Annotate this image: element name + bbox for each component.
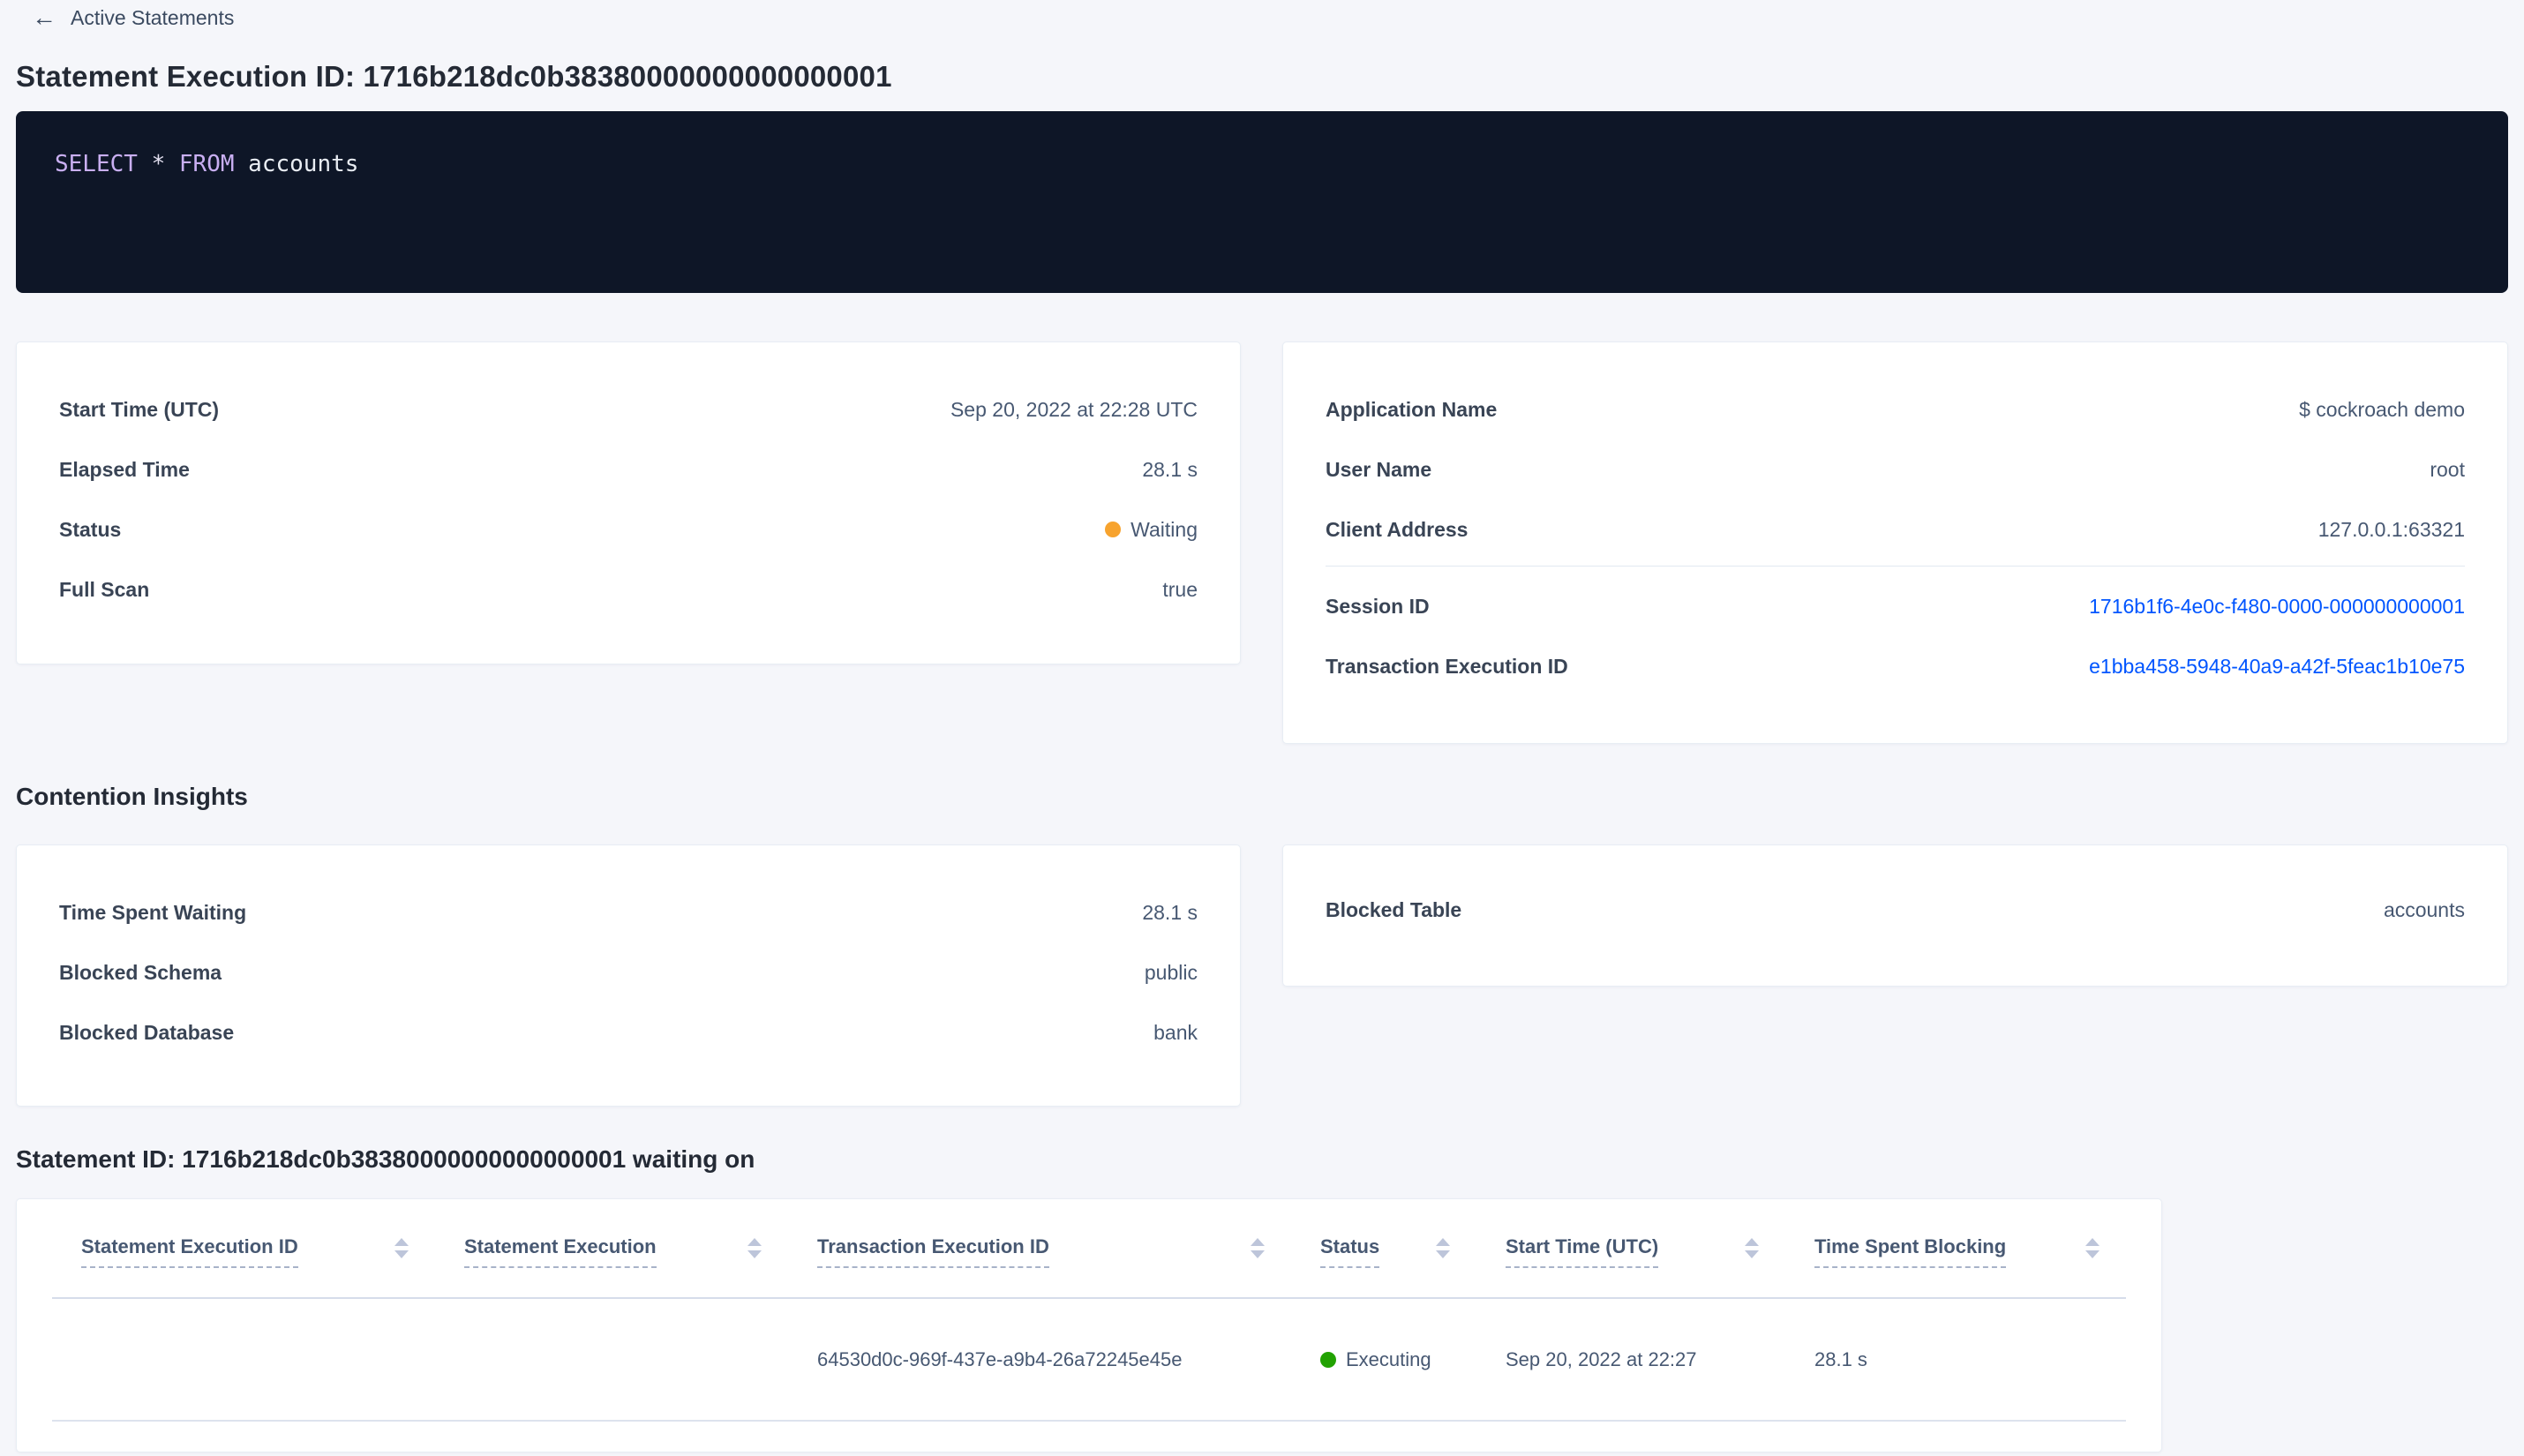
page-title: Statement Execution ID: 1716b218dc0b3838… (16, 60, 892, 93)
status-row: Status Waiting (59, 499, 1198, 559)
table-row: 64530d0c-969f-437e-a9b4-26a72245e45e Exe… (52, 1299, 2126, 1422)
session-id-label: Session ID (1326, 594, 1430, 618)
overview-section: Start Time (UTC) Sep 20, 2022 at 22:28 U… (16, 341, 2508, 744)
contention-insights-heading: Contention Insights (16, 783, 248, 810)
cell-start-time: Sep 20, 2022 at 22:27 (1506, 1347, 1697, 1370)
client-address-value: 127.0.0.1:63321 (2317, 517, 2465, 541)
blocked-schema-value: public (1144, 960, 1198, 984)
card-divider (1326, 566, 2465, 567)
session-id-row: Session ID 1716b1f6-4e0c-f480-0000-00000… (1326, 576, 2465, 636)
time-spent-waiting-label: Time Spent Waiting (59, 900, 247, 924)
waiting-on-table-card: Statement Execution ID Statement Executi… (16, 1198, 2162, 1452)
client-address-row: Client Address 127.0.0.1:63321 (1326, 499, 2465, 559)
start-time-row: Start Time (UTC) Sep 20, 2022 at 22:28 U… (59, 379, 1198, 439)
sort-icon[interactable] (747, 1237, 762, 1266)
status-label: Status (59, 517, 122, 541)
sort-icon[interactable] (2085, 1237, 2100, 1266)
sort-icon[interactable] (1745, 1237, 1759, 1266)
table-header-row: Statement Execution ID Statement Executi… (52, 1199, 2126, 1299)
sort-icon[interactable] (1436, 1237, 1450, 1266)
status-text: Waiting (1131, 517, 1198, 541)
cell-statement-execution-id (52, 1299, 435, 1420)
blocked-database-value: bank (1153, 1020, 1198, 1044)
back-link[interactable]: ← Active Statements (16, 5, 234, 30)
blocked-schema-label: Blocked Schema (59, 960, 222, 984)
application-name-label: Application Name (1326, 397, 1498, 421)
overview-card-left: Start Time (UTC) Sep 20, 2022 at 22:28 U… (16, 341, 1241, 664)
cell-transaction-execution-id: 64530d0c-969f-437e-a9b4-26a72245e45e (817, 1347, 1183, 1370)
column-header-start-time[interactable]: Start Time (UTC) (1476, 1199, 1785, 1297)
column-header-time-spent-blocking[interactable]: Time Spent Blocking (1785, 1199, 2126, 1297)
session-id-link[interactable]: 1716b1f6-4e0c-f480-0000-000000000001 (2089, 595, 2465, 618)
column-header-statement-execution-id[interactable]: Statement Execution ID (52, 1199, 435, 1297)
sql-star-operator: * (151, 151, 166, 177)
user-name-label: User Name (1326, 457, 1432, 481)
application-name-value: $ cockroach demo (2299, 397, 2465, 421)
blocked-table-card: Blocked Table accounts (1282, 844, 2508, 987)
transaction-execution-id-row: Transaction Execution ID e1bba458-5948-4… (1326, 636, 2465, 696)
blocked-table-row: Blocked Table accounts (1326, 881, 2465, 939)
sort-icon[interactable] (394, 1237, 409, 1266)
statement-execution-details-page: ← Active Statements Statement Execution … (0, 0, 2524, 1452)
elapsed-time-value: 28.1 s (1142, 457, 1198, 481)
application-name-row: Application Name $ cockroach demo (1326, 379, 2465, 439)
blocked-table-value: accounts (2383, 897, 2465, 921)
contention-card: Time Spent Waiting 28.1 s Blocked Schema… (16, 844, 1241, 1107)
elapsed-time-row: Elapsed Time 28.1 s (59, 439, 1198, 499)
user-name-value: root (2430, 457, 2465, 481)
start-time-label: Start Time (UTC) (59, 397, 220, 421)
blocked-database-row: Blocked Database bank (59, 1002, 1198, 1062)
cell-status-text: Executing (1346, 1347, 1431, 1370)
blocked-schema-row: Blocked Schema public (59, 942, 1198, 1002)
back-link-label: Active Statements (71, 5, 235, 29)
executing-status-dot-icon (1320, 1351, 1336, 1368)
cell-statement-execution (435, 1299, 788, 1420)
column-header-transaction-execution-id[interactable]: Transaction Execution ID (788, 1199, 1291, 1297)
blocked-database-label: Blocked Database (59, 1020, 235, 1044)
cell-status: Executing (1291, 1299, 1476, 1420)
overview-card-right: Application Name $ cockroach demo User N… (1282, 341, 2508, 744)
time-spent-waiting-value: 28.1 s (1142, 900, 1198, 924)
sort-icon[interactable] (1251, 1237, 1265, 1266)
transaction-execution-id-link[interactable]: e1bba458-5948-40a9-a42f-5feac1b10e75 (2089, 655, 2465, 678)
time-spent-waiting-row: Time Spent Waiting 28.1 s (59, 882, 1198, 942)
transaction-execution-id-label: Transaction Execution ID (1326, 654, 1568, 678)
contention-section: Time Spent Waiting 28.1 s Blocked Schema… (16, 844, 2508, 1107)
full-scan-row: Full Scan true (59, 559, 1198, 619)
user-name-row: User Name root (1326, 439, 2465, 499)
sql-keyword-from: FROM (178, 151, 235, 177)
start-time-value: Sep 20, 2022 at 22:28 UTC (950, 397, 1198, 421)
waiting-on-heading: Statement ID: 1716b218dc0b38380000000000… (16, 1145, 755, 1173)
column-header-status[interactable]: Status (1291, 1199, 1476, 1297)
sql-statement-box: SELECT * FROM accounts (16, 111, 2508, 293)
status-value: Waiting (1105, 518, 1198, 542)
blocked-table-label: Blocked Table (1326, 897, 1462, 921)
full-scan-value: true (1162, 577, 1198, 601)
elapsed-time-label: Elapsed Time (59, 457, 190, 481)
arrow-left-icon: ← (32, 4, 56, 31)
full-scan-label: Full Scan (59, 577, 150, 601)
sql-table-name: accounts (248, 151, 359, 177)
client-address-label: Client Address (1326, 517, 1469, 541)
column-header-statement-execution[interactable]: Statement Execution (435, 1199, 788, 1297)
cell-time-spent-blocking: 28.1 s (1814, 1347, 1867, 1370)
waiting-status-dot-icon (1105, 522, 1122, 537)
sql-statement: SELECT * FROM accounts (55, 151, 358, 177)
sql-keyword-select: SELECT (55, 151, 138, 177)
